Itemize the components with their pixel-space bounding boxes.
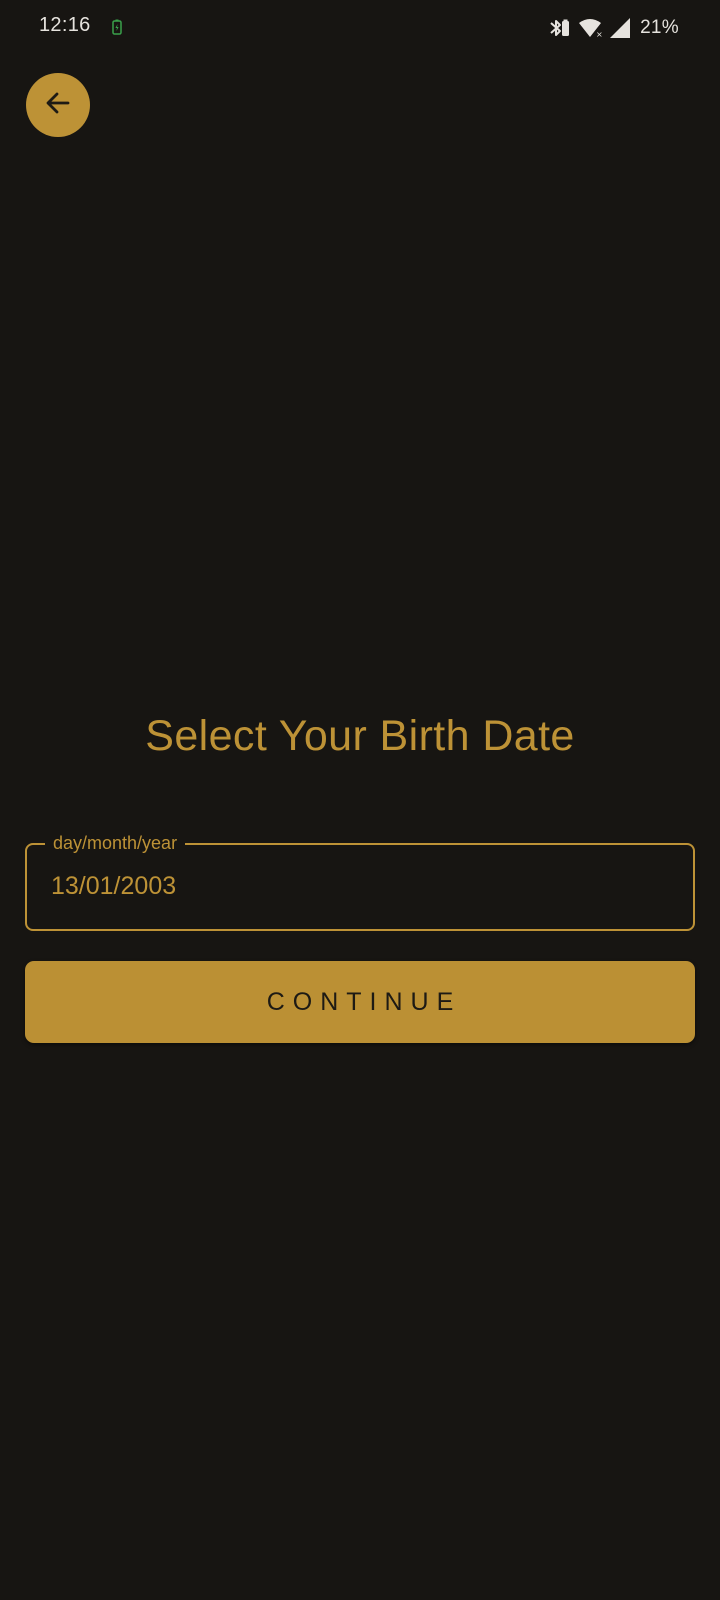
- continue-label: CONTINUE: [266, 987, 462, 1016]
- date-field-label: day/month/year: [45, 832, 186, 854]
- wifi-icon: ×: [578, 17, 604, 39]
- charging-indicator-icon: [112, 19, 122, 35]
- bluetooth-icon: [548, 16, 570, 40]
- continue-button[interactable]: CONTINUE: [25, 961, 695, 1043]
- back-button[interactable]: [26, 73, 90, 137]
- birth-date-field[interactable]: day/month/year: [25, 832, 695, 931]
- status-bar: 12:16 × 21%: [0, 0, 720, 56]
- page-title: Select Your Birth Date: [145, 712, 575, 760]
- cellular-signal-icon: [608, 17, 632, 39]
- battery-percent: 21%: [640, 17, 679, 38]
- status-icons: × 21%: [548, 14, 679, 42]
- birth-date-input[interactable]: [51, 872, 651, 901]
- arrow-left-icon: [43, 88, 73, 123]
- svg-text:×: ×: [596, 30, 603, 39]
- status-time: 12:16: [39, 14, 91, 36]
